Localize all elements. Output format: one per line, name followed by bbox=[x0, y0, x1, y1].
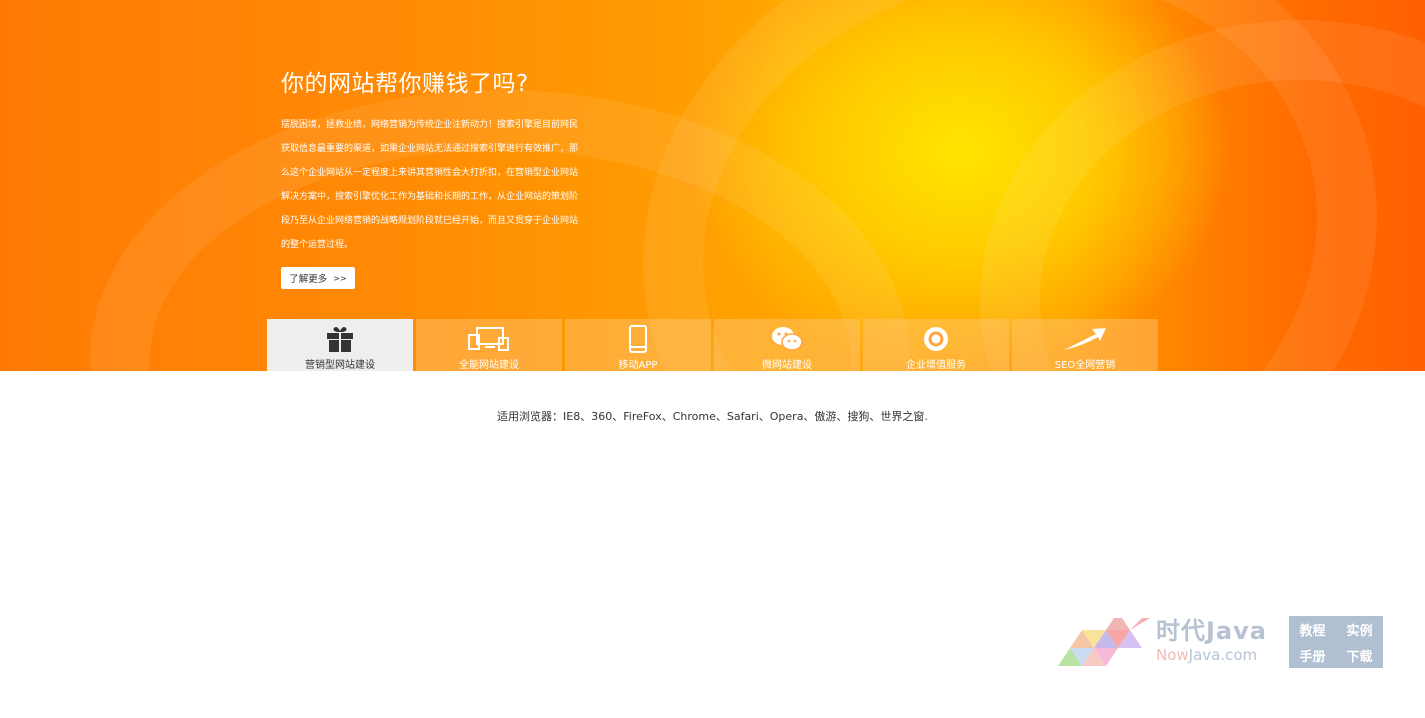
description-line: 解决方案中，搜索引擎优化工作为基础和长期的工作，从企业网站的策划阶 bbox=[281, 192, 579, 202]
watermark-link-examples[interactable]: 实例 bbox=[1346, 620, 1372, 639]
target-icon bbox=[922, 325, 950, 353]
tab-mobile-app[interactable]: 移动APP bbox=[565, 319, 711, 371]
watermark-link-manual[interactable]: 手册 bbox=[1299, 646, 1325, 665]
hero-description: 摆脱困境，拯救业绩，网络营销为传统企业注新动力！搜索引擎是目前网民 获取信息最重… bbox=[281, 113, 581, 257]
tab-marketing-website[interactable]: 营销型网站建设 bbox=[267, 319, 413, 371]
browser-compatibility-note: 适用浏览器：IE8、360、FireFox、Chrome、Safari、Oper… bbox=[497, 410, 928, 423]
brand-domain: NowJava.com bbox=[1156, 646, 1267, 664]
watermark: 时代Java NowJava.com 教程 实例 手册 下载 bbox=[1058, 616, 1383, 668]
learn-more-label: 了解更多 bbox=[289, 274, 328, 285]
hero-banner: 你的网站帮你赚钱了吗? 摆脱困境，拯救业绩，网络营销为传统企业注新动力！搜索引擎… bbox=[0, 0, 1425, 371]
watermark-link-download[interactable]: 下载 bbox=[1346, 646, 1372, 665]
mobile-icon bbox=[629, 325, 647, 353]
logo-triangles-icon bbox=[1058, 618, 1150, 666]
tab-seo-marketing[interactable]: SEO全网营销 bbox=[1012, 319, 1158, 371]
tab-micro-website[interactable]: 微网站建设 bbox=[714, 319, 860, 371]
learn-more-button[interactable]: 了解更多 >> bbox=[281, 267, 355, 289]
description-line: 么这个企业网站从一定程度上来讲其营销性会大打折扣，在营销型企业网站 bbox=[281, 168, 579, 178]
tab-label: 全能网站建设 bbox=[459, 360, 519, 371]
watermark-links: 教程 实例 手册 下载 bbox=[1289, 616, 1383, 668]
brand-domain-suffix: Java.com bbox=[1188, 646, 1258, 664]
watermark-link-tutorial[interactable]: 教程 bbox=[1299, 620, 1325, 639]
watermark-brand: 时代Java NowJava.com bbox=[1156, 616, 1267, 664]
tab-label: 微网站建设 bbox=[762, 360, 812, 371]
wechat-icon bbox=[771, 325, 803, 353]
tab-full-website[interactable]: 全能网站建设 bbox=[416, 319, 562, 371]
chevron-right-icon: >> bbox=[333, 273, 347, 283]
description-line: 获取信息最重要的渠道，如果企业网站无法通过搜索引擎进行有效推广，那 bbox=[281, 144, 579, 154]
description-line: 的整个运营过程。 bbox=[281, 240, 354, 250]
gift-icon bbox=[325, 325, 355, 353]
service-tabs: 营销型网站建设 全能网站建设 移动APP 微网站建设 企业增值服务 SEO全网营… bbox=[267, 319, 1158, 371]
tab-label: 企业增值服务 bbox=[906, 360, 966, 371]
hero-headline: 你的网站帮你赚钱了吗? bbox=[281, 71, 529, 97]
description-line: 摆脱困境，拯救业绩，网络营销为传统企业注新动力！搜索引擎是目前网民 bbox=[281, 120, 579, 130]
description-line: 段乃至从企业网络营销的战略规划阶段就已经开始，而且又贯穿于企业网站 bbox=[281, 216, 579, 226]
tab-label: 移动APP bbox=[618, 360, 658, 371]
hero-content: 你的网站帮你赚钱了吗? 摆脱困境，拯救业绩，网络营销为传统企业注新动力！搜索引擎… bbox=[281, 60, 581, 289]
trend-arrow-icon bbox=[1062, 325, 1108, 353]
brand-title: 时代Java bbox=[1156, 617, 1267, 645]
tab-value-added-services[interactable]: 企业增值服务 bbox=[863, 319, 1009, 371]
tab-label: SEO全网营销 bbox=[1054, 360, 1116, 371]
brand-domain-prefix: Now bbox=[1156, 646, 1189, 664]
devices-icon bbox=[467, 325, 511, 353]
tab-label: 营销型网站建设 bbox=[305, 360, 375, 371]
